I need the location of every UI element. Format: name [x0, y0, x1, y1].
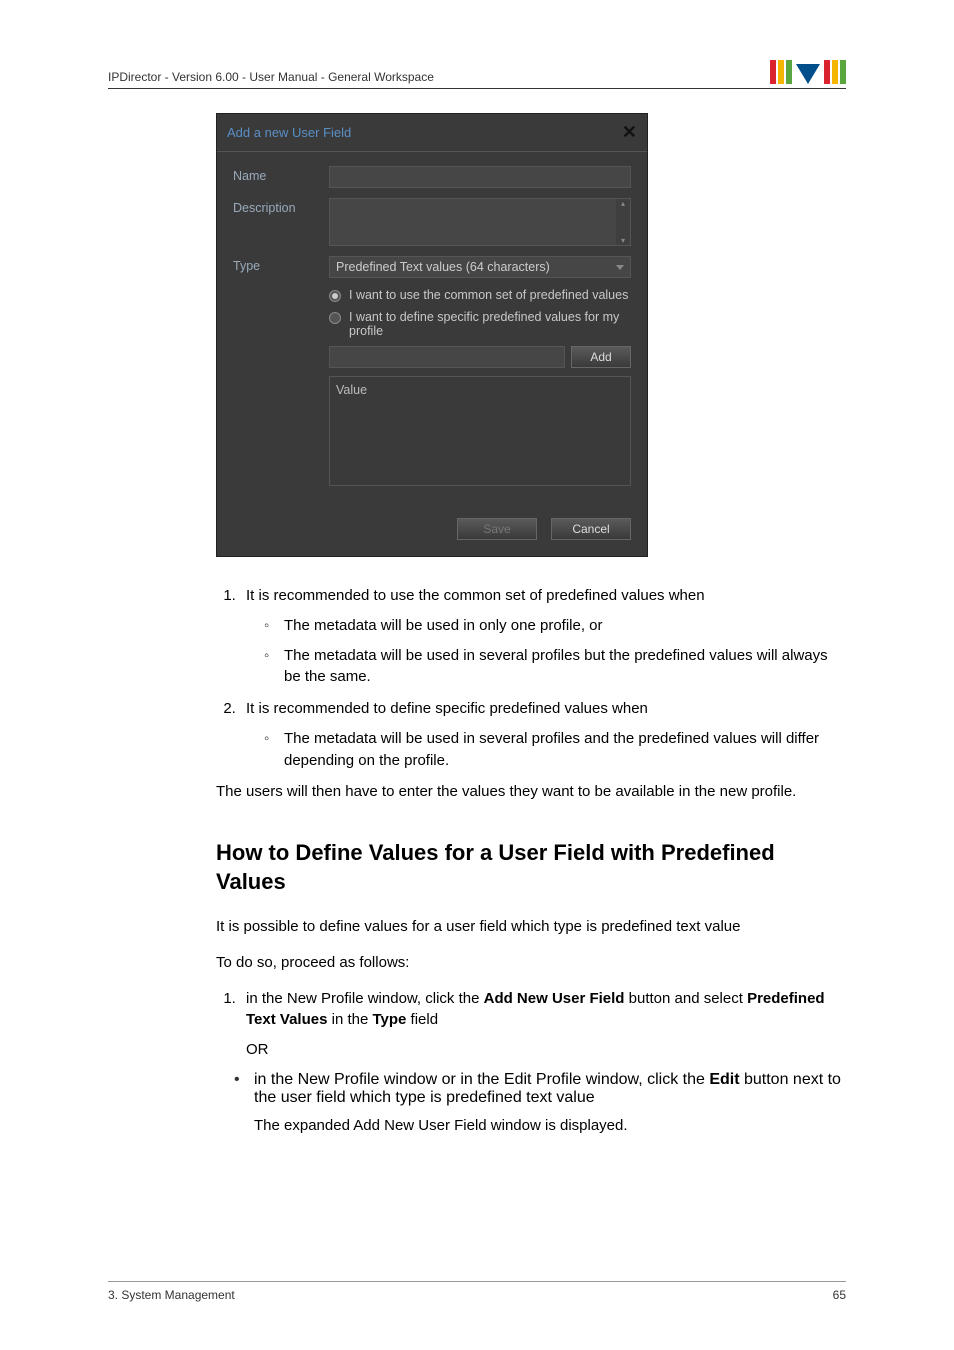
list-item: in the New Profile window or in the Edit…: [240, 1071, 846, 1137]
page-footer: 3. System Management 65: [108, 1281, 846, 1302]
radio-common-values[interactable]: I want to use the common set of predefin…: [329, 288, 631, 302]
scrollbar[interactable]: ▴▾: [616, 199, 630, 245]
name-input[interactable]: [329, 166, 631, 188]
chevron-down-icon: [616, 265, 624, 270]
paragraph: OR: [246, 1039, 846, 1061]
add-button[interactable]: Add: [571, 346, 631, 368]
list-item: The metadata will be used in several pro…: [270, 728, 846, 772]
radio-label: I want to use the common set of predefin…: [349, 288, 628, 302]
paragraph: It is possible to define values for a us…: [216, 916, 846, 938]
value-list[interactable]: Value: [329, 376, 631, 486]
value-list-header: Value: [336, 383, 624, 397]
list-item: It is recommended to use the common set …: [240, 585, 846, 688]
list-item: It is recommended to define specific pre…: [240, 698, 846, 771]
radio-label: I want to define specific predefined val…: [349, 310, 631, 338]
radio-specific-values[interactable]: I want to define specific predefined val…: [329, 310, 631, 338]
recommendation-list: It is recommended to use the common set …: [216, 585, 846, 771]
type-label: Type: [233, 256, 329, 486]
type-select[interactable]: Predefined Text values (64 characters): [329, 256, 631, 278]
save-button[interactable]: Save: [457, 518, 537, 540]
dialog-titlebar: Add a new User Field ✕: [217, 114, 647, 152]
close-icon[interactable]: ✕: [622, 122, 637, 143]
add-value-input[interactable]: [329, 346, 565, 368]
running-head: IPDirector - Version 6.00 - User Manual …: [108, 70, 434, 84]
cancel-button[interactable]: Cancel: [551, 518, 631, 540]
type-value: Predefined Text values (64 characters): [336, 260, 550, 274]
radio-icon: [329, 312, 341, 324]
procedure-bullet: in the New Profile window or in the Edit…: [216, 1071, 846, 1137]
footer-section: 3. System Management: [108, 1288, 235, 1302]
description-input[interactable]: ▴▾: [329, 198, 631, 246]
paragraph: The users will then have to enter the va…: [216, 781, 846, 803]
dialog-title: Add a new User Field: [227, 125, 351, 140]
radio-icon: [329, 290, 341, 302]
description-label: Description: [233, 198, 329, 246]
evs-logo: [770, 60, 846, 84]
paragraph: The expanded Add New User Field window i…: [254, 1115, 846, 1137]
list-item: The metadata will be used in several pro…: [270, 645, 846, 689]
paragraph: To do so, proceed as follows:: [216, 952, 846, 974]
list-item: The metadata will be used in only one pr…: [270, 615, 846, 637]
page-header: IPDirector - Version 6.00 - User Manual …: [108, 60, 846, 89]
name-label: Name: [233, 166, 329, 188]
section-heading: How to Define Values for a User Field wi…: [216, 839, 846, 896]
list-item: in the New Profile window, click the Add…: [240, 988, 846, 1061]
page-number: 65: [833, 1288, 846, 1302]
procedure-list: in the New Profile window, click the Add…: [216, 988, 846, 1061]
add-user-field-dialog: Add a new User Field ✕ Name Description …: [216, 113, 648, 557]
